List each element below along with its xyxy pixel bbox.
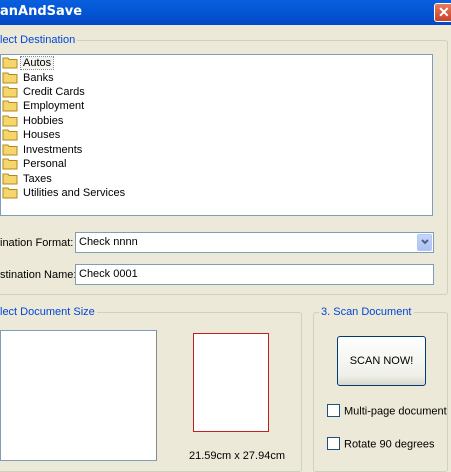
rotate-checkbox[interactable] xyxy=(327,437,340,450)
window-title: anAndSave xyxy=(0,4,83,19)
folder-label: Banks xyxy=(23,72,54,84)
name-label: stination Name: xyxy=(0,269,77,281)
multipage-label: Multi-page document xyxy=(344,405,447,418)
folder-item[interactable]: Houses xyxy=(2,128,62,142)
name-input[interactable]: Check 0001 xyxy=(75,264,434,285)
folder-label: Investments xyxy=(23,144,83,156)
multipage-checkbox[interactable] xyxy=(327,404,340,417)
destination-group-legend: lect Destination xyxy=(0,34,78,46)
folder-label: Autos xyxy=(19,56,55,70)
folder-icon xyxy=(2,72,18,84)
format-select[interactable]: Check nnnn xyxy=(75,232,434,253)
folder-icon xyxy=(2,158,18,170)
close-icon: ✕ xyxy=(438,4,450,20)
folder-item[interactable]: Autos xyxy=(2,56,55,70)
folder-label: Credit Cards xyxy=(23,86,85,98)
folder-icon xyxy=(2,86,18,98)
rotate-label: Rotate 90 degrees xyxy=(344,438,435,451)
multipage-checkbox-row[interactable]: Multi-page document xyxy=(327,404,447,418)
document-size-list[interactable] xyxy=(0,330,157,461)
folder-item[interactable]: Banks xyxy=(2,71,56,85)
folder-label: Employment xyxy=(23,100,85,112)
scan-now-button[interactable]: SCAN NOW! xyxy=(337,336,426,386)
folder-label: Personal xyxy=(23,158,67,170)
folder-item[interactable]: Employment xyxy=(2,99,86,113)
format-label: ination Format: xyxy=(0,237,74,249)
folder-icon xyxy=(2,144,18,156)
document-size-group-legend: lect Document Size xyxy=(0,306,97,318)
scan-document-group-legend: 3. Scan Document xyxy=(319,306,414,318)
folder-item[interactable]: Utilities and Services xyxy=(2,186,127,200)
folder-item[interactable]: Taxes xyxy=(2,172,54,186)
document-size-text: 21.59cm x 27.94cm xyxy=(189,450,285,462)
folder-icon xyxy=(2,187,18,199)
close-button[interactable]: ✕ xyxy=(434,3,451,22)
format-dropdown-button[interactable] xyxy=(417,234,432,251)
title-bar[interactable]: anAndSave ✕ xyxy=(0,0,451,25)
folder-icon xyxy=(2,173,18,185)
name-value: Check 0001 xyxy=(79,268,138,280)
folder-item[interactable]: Hobbies xyxy=(2,114,65,128)
folder-icon xyxy=(2,57,18,69)
folder-label: Hobbies xyxy=(23,115,64,127)
folder-item[interactable]: Investments xyxy=(2,143,84,157)
folder-item[interactable]: Credit Cards xyxy=(2,85,87,99)
folder-list[interactable]: Autos Banks Credit Cards Employment Hobb… xyxy=(0,54,433,216)
folder-label: Houses xyxy=(23,129,61,141)
chevron-down-icon xyxy=(421,239,429,245)
folder-icon xyxy=(2,115,18,127)
paper-preview xyxy=(193,333,269,432)
folder-label: Taxes xyxy=(23,173,52,185)
folder-icon xyxy=(2,129,18,141)
folder-label: Utilities and Services xyxy=(23,187,126,199)
rotate-checkbox-row[interactable]: Rotate 90 degrees xyxy=(327,437,435,451)
format-value: Check nnnn xyxy=(79,236,138,248)
folder-icon xyxy=(2,100,18,112)
folder-item[interactable]: Personal xyxy=(2,157,68,171)
